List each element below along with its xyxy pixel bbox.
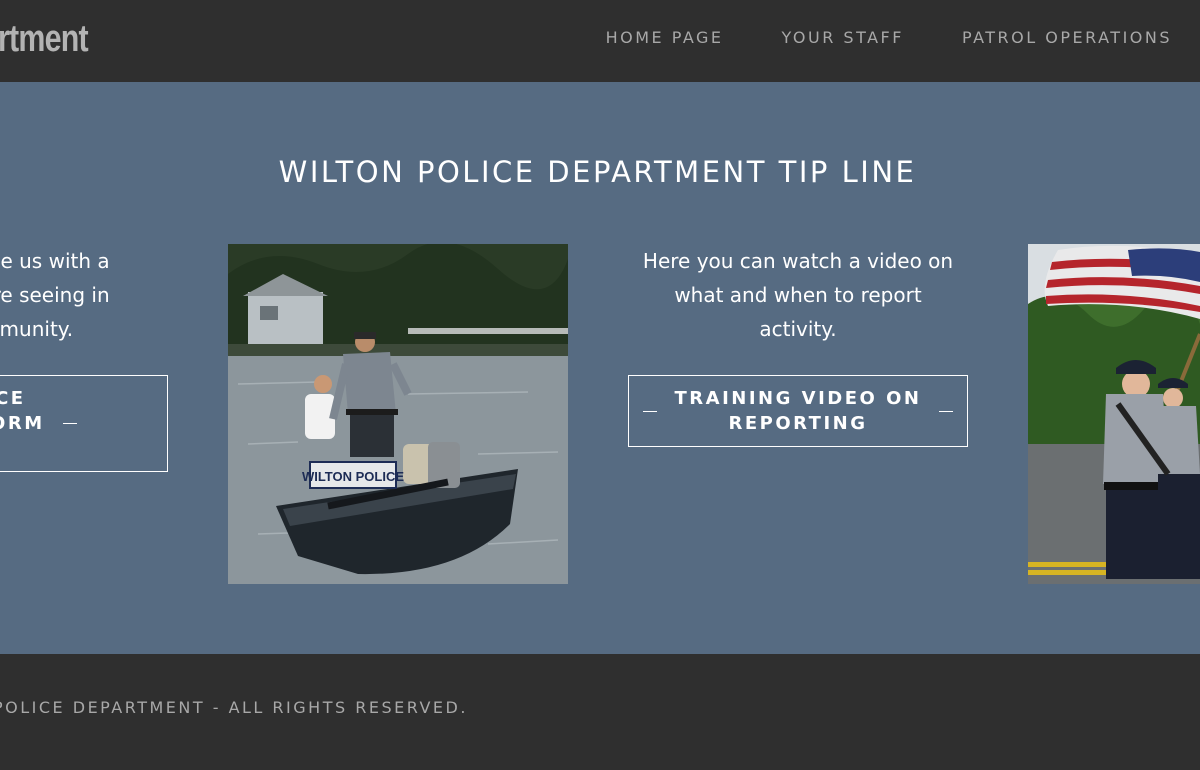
description-line: what and when to report — [674, 283, 922, 307]
dash-icon — [939, 410, 954, 412]
description-line: nmunity. — [0, 317, 74, 341]
boat-sign-text: WILTON POLICE — [302, 469, 404, 484]
nav-your-staff[interactable]: YOUR STAFF — [782, 28, 904, 47]
police-boat-photo: WILTON POLICE — [228, 244, 568, 584]
dash-icon — [642, 410, 657, 412]
description-line: activity. — [759, 317, 837, 341]
training-video-button[interactable]: TRAINING VIDEO ON REPORTING — [628, 375, 968, 447]
button-label-line: REPORTING — [728, 413, 868, 434]
tip-line-section: WILTON POLICE DEPARTMENT TIP LINE rovide… — [0, 82, 1200, 654]
dash-icon — [62, 423, 77, 424]
training-video-description: Here you can watch a video on what and w… — [628, 244, 968, 346]
incident-form-link-button[interactable]: POLICE ENT FORM NK — [0, 375, 168, 472]
button-label: TRAINING VIDEO ON REPORTING — [675, 386, 922, 436]
nav-patrol-operations[interactable]: PATROL OPERATIONS — [962, 28, 1172, 47]
site-logo[interactable]: rtment — [0, 18, 89, 61]
description-line: Here you can watch a video on — [642, 249, 954, 273]
description-line: rovide us with a — [0, 249, 110, 273]
site-footer: POLICE DEPARTMENT - ALL RIGHTS RESERVED. — [0, 654, 1200, 770]
button-label: POLICE ENT FORM NK — [0, 386, 45, 461]
button-label-line: TRAINING VIDEO ON — [674, 388, 922, 409]
nav-home-page[interactable]: HOME PAGE — [606, 28, 724, 47]
site-header: rtment HOME PAGE YOUR STAFF PATROL OPERA… — [0, 0, 1200, 82]
button-label-line: ENT FORM — [0, 413, 45, 434]
description-line: you're seeing in — [0, 283, 110, 307]
parade-flag-photo — [1028, 244, 1200, 584]
section-title: WILTON POLICE DEPARTMENT TIP LINE — [278, 155, 917, 189]
main-nav: HOME PAGE YOUR STAFF PATROL OPERATIONS — [606, 28, 1172, 47]
incident-form-description: rovide us with a you're seeing in nmunit… — [0, 244, 200, 346]
button-label-line: POLICE — [0, 388, 26, 409]
copyright-text: POLICE DEPARTMENT - ALL RIGHTS RESERVED. — [0, 698, 468, 717]
